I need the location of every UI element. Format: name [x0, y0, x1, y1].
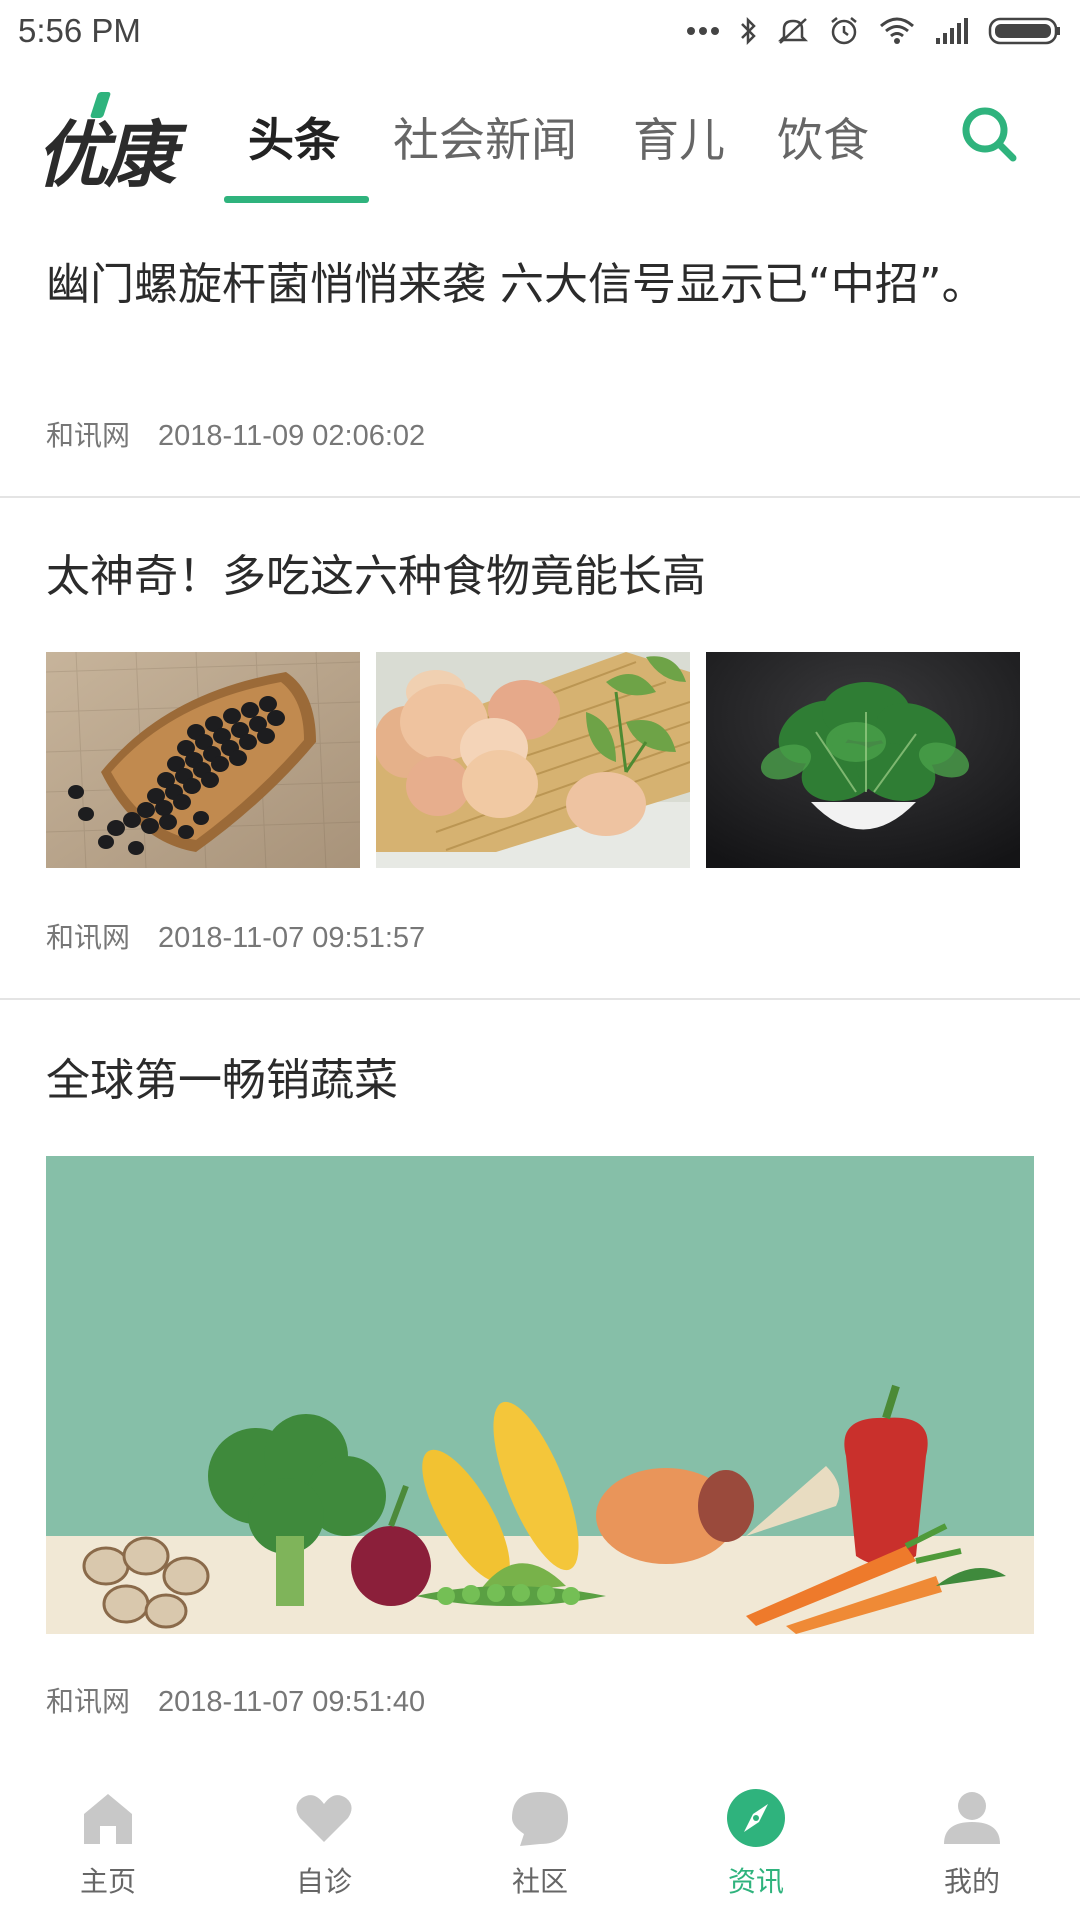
- article-time: 2018-11-07 09:51:57: [158, 922, 426, 954]
- alarm-icon: [828, 15, 860, 47]
- article-item[interactable]: 全球第一畅销蔬菜 和讯网 2018-11-07 09:51:40: [0, 1046, 1080, 1746]
- battery-icon: [988, 16, 1062, 46]
- article-time: 2018-11-09 02:06:02: [158, 420, 426, 452]
- status-time: 5:56 PM: [18, 12, 141, 49]
- compass-icon: [726, 1788, 786, 1848]
- nav-profile[interactable]: 我的: [864, 1760, 1080, 1920]
- article-item[interactable]: 幽门螺旋杆菌悄悄来袭 六大信号显示已“中招”。 和讯网 2018-11-09 02…: [0, 250, 1080, 496]
- nav-self-diagnosis[interactable]: 自诊: [216, 1760, 432, 1920]
- nav-label: 自诊: [295, 1865, 352, 1898]
- article-time: 2018-11-07 09:51:40: [158, 1686, 426, 1718]
- home-icon: [78, 1788, 138, 1848]
- tab-headlines[interactable]: 头条: [248, 104, 340, 170]
- more-dots-icon: [686, 26, 720, 36]
- article-meta: 和讯网 2018-11-07 09:51:40: [46, 1680, 425, 1720]
- tab-social-news[interactable]: 社会新闻: [393, 104, 577, 170]
- app-header: 优康 头条 社会新闻 育儿 饮食: [0, 62, 1080, 206]
- bluetooth-icon: [738, 16, 758, 46]
- search-button[interactable]: [957, 102, 1021, 166]
- wifi-icon: [878, 16, 916, 46]
- spinach-bowl-image[interactable]: [706, 652, 1020, 868]
- active-tab-indicator: [224, 196, 369, 203]
- article-title[interactable]: 太神奇！多吃这六种食物竟能长高: [46, 542, 986, 612]
- mute-icon: [776, 15, 810, 47]
- article-title[interactable]: 幽门螺旋杆菌悄悄来袭 六大信号显示已“中招”。: [46, 250, 986, 320]
- nav-news[interactable]: 资讯: [648, 1760, 864, 1920]
- article-source: 和讯网: [46, 921, 131, 954]
- nav-home[interactable]: 主页: [0, 1760, 216, 1920]
- heart-icon: [294, 1788, 354, 1848]
- news-page: 5:56 PM 优康 头条 社会新闻 育儿 饮食 幽门螺旋杆菌悄悄来袭 六大信号…: [0, 0, 1080, 1920]
- tab-parenting[interactable]: 育儿: [633, 104, 725, 170]
- nav-label: 社区: [511, 1865, 568, 1898]
- chat-bubble-icon: [510, 1788, 570, 1848]
- status-bar: 5:56 PM: [0, 0, 1080, 62]
- status-icons: [686, 15, 1062, 47]
- signal-icon: [934, 16, 970, 46]
- vegetables-illustration-image[interactable]: [46, 1156, 1034, 1634]
- nav-community[interactable]: 社区: [432, 1760, 648, 1920]
- article-meta: 和讯网 2018-11-09 02:06:02: [46, 414, 425, 454]
- nav-label: 资讯: [727, 1865, 784, 1898]
- nav-label: 我的: [943, 1865, 1000, 1898]
- article-source: 和讯网: [46, 419, 131, 452]
- black-beans-image[interactable]: [46, 652, 360, 868]
- article-item[interactable]: 太神奇！多吃这六种食物竟能长高 和讯网 2018-11-07 09:51:57: [0, 542, 1080, 998]
- bottom-nav: 主页 自诊 社区 资讯 我的: [0, 1760, 1080, 1920]
- article-title[interactable]: 全球第一畅销蔬菜: [46, 1046, 986, 1116]
- divider: [0, 998, 1080, 1000]
- search-icon: [957, 107, 1021, 170]
- tab-diet[interactable]: 饮食: [777, 104, 869, 170]
- article-source: 和讯网: [46, 1685, 131, 1718]
- nav-label: 主页: [79, 1865, 136, 1898]
- eggs-basket-image[interactable]: [376, 652, 690, 868]
- person-icon: [942, 1788, 1002, 1848]
- article-meta: 和讯网 2018-11-07 09:51:57: [46, 916, 425, 956]
- divider: [0, 496, 1080, 498]
